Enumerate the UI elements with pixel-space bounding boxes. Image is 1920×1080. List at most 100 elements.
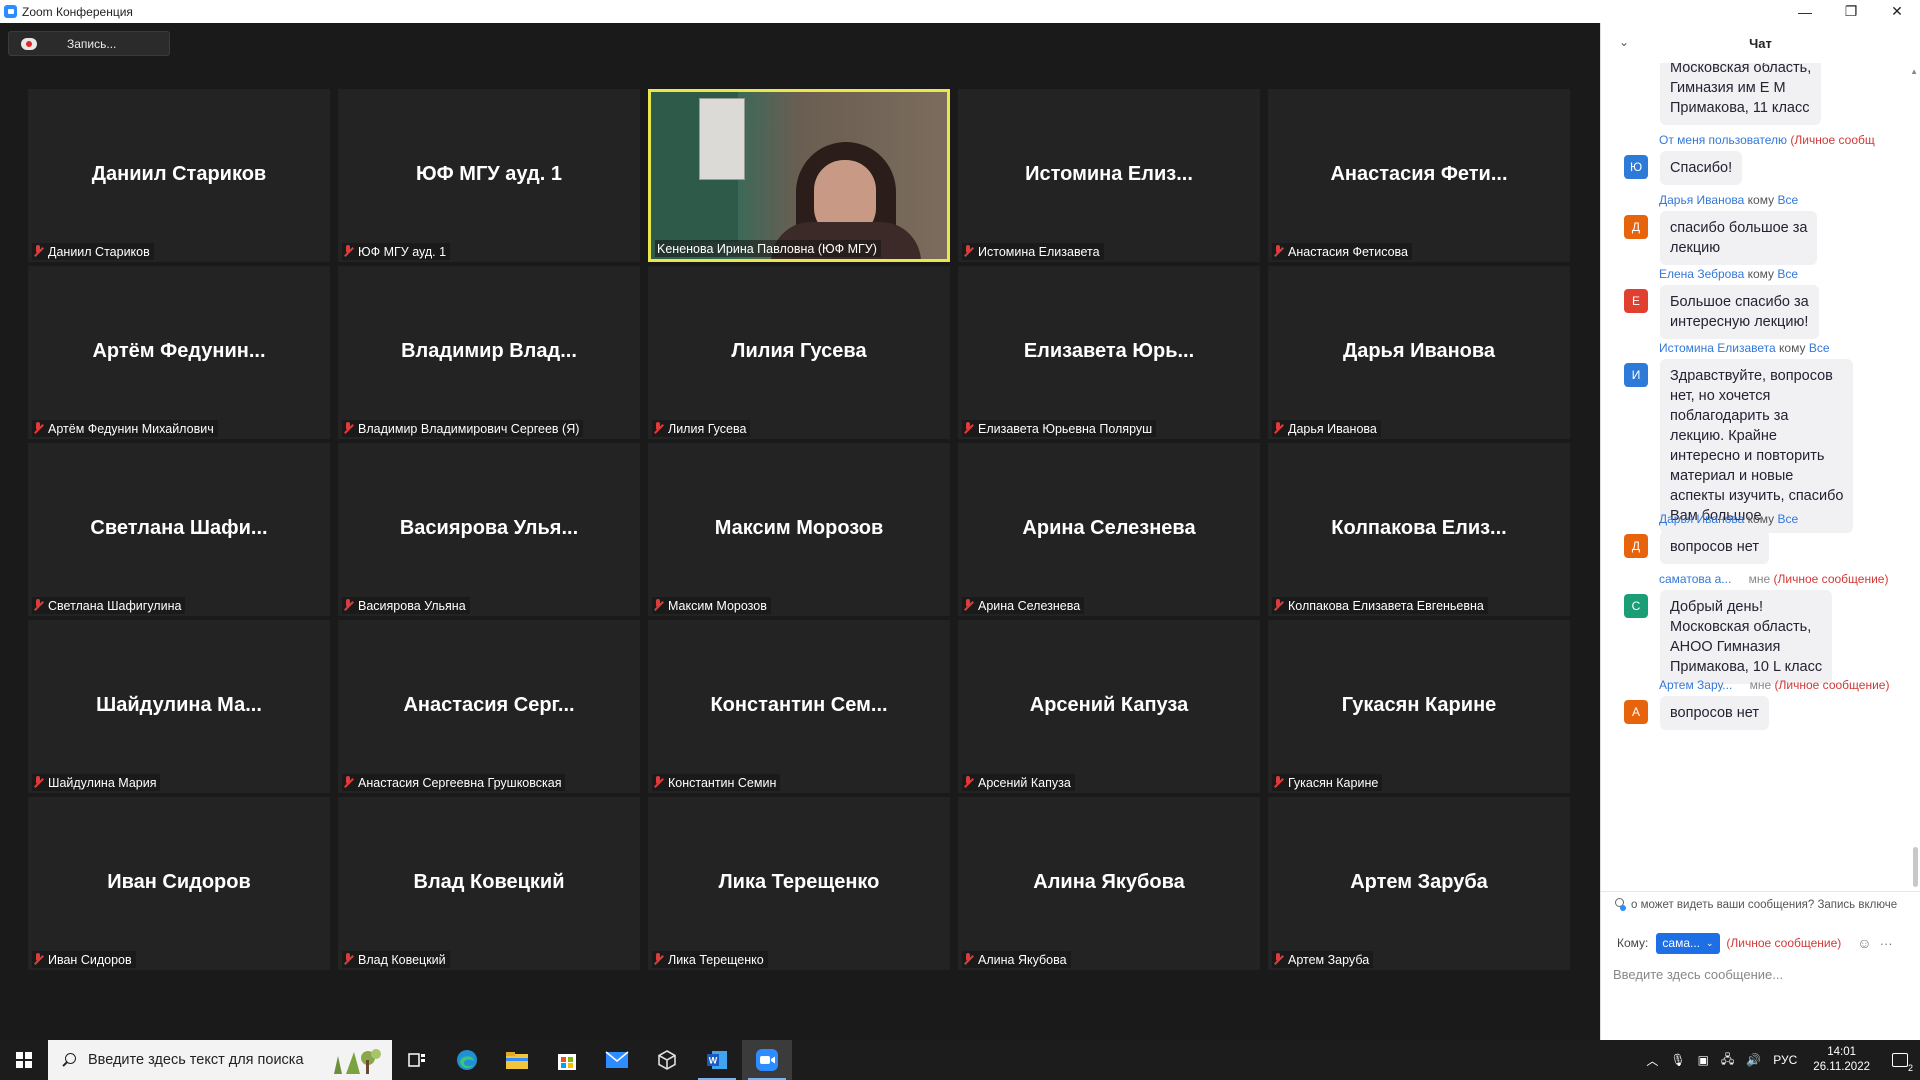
word-button[interactable]: W [692, 1040, 742, 1080]
chat-text-line: Спасибо! [1670, 160, 1733, 176]
chat-bubble: Здравствуйте, вопросов нет, но хочется поб… [1660, 359, 1854, 533]
close-button[interactable]: ✕ [1874, 0, 1920, 23]
chat-sender-name[interactable]: Истомина Елизавета [1659, 341, 1776, 355]
recipient-keyword: кому [1747, 512, 1775, 526]
participant-tile[interactable]: Иван Сидоров Иван Сидоров [28, 797, 330, 970]
chat-text-line: аспекты изучить, спасибо [1670, 488, 1844, 504]
participant-tile[interactable]: Алина Якубова Алина Якубова [958, 797, 1260, 970]
chevron-down-icon[interactable]: ⌄ [1619, 35, 1629, 49]
participant-tile[interactable]: Лилия Гусева Лилия Гусева [648, 266, 950, 439]
participant-tile[interactable]: Дарья Иванова Дарья Иванова [1268, 266, 1570, 439]
participant-display-name: Артём Федунин... [92, 340, 266, 362]
chat-message-input[interactable] [1613, 961, 1909, 987]
start-button[interactable] [0, 1040, 48, 1080]
participant-name-label: Елизавета Юрьевна Поляруш [978, 421, 1153, 436]
mail-button[interactable] [592, 1040, 642, 1080]
participant-display-name: Артем Заруба [1350, 871, 1488, 893]
participant-tile[interactable]: Арсений Капуза Арсений Капуза [958, 620, 1260, 793]
recipient-dropdown[interactable]: сама... ⌄ [1656, 932, 1721, 954]
chat-bubble: Спасибо! [1660, 151, 1743, 185]
notification-icon [1892, 1053, 1908, 1067]
participant-tile[interactable]: Истомина Елиз... Истомина Елизавета [958, 89, 1260, 262]
camera-icon[interactable]: ▣ [1698, 1053, 1709, 1067]
scroll-up-arrow-icon[interactable]: ▲ [1910, 67, 1918, 76]
muted-microphone-icon [342, 422, 354, 435]
participant-name-tag: Арина Селезнева [962, 597, 1085, 614]
settings-app-button[interactable] [642, 1040, 692, 1080]
chat-text-line: Примакова, 10 L класс [1670, 659, 1823, 675]
chat-bubble: Большое спасибо за интересную лекцию! [1660, 285, 1819, 339]
recording-label: Запись... [67, 36, 117, 51]
emoji-icon[interactable]: ☺ [1857, 935, 1871, 951]
recipient-value: сама... [1662, 936, 1700, 950]
word-icon: W [707, 1051, 727, 1069]
task-view-button[interactable] [392, 1040, 442, 1080]
language-indicator[interactable]: РУС [1773, 1053, 1797, 1067]
participant-tile[interactable]: Константин Сем... Константин Семин [648, 620, 950, 793]
participant-tile[interactable]: Даниил Стариков Даниил Стариков [28, 89, 330, 262]
participant-tile[interactable]: Светлана Шафи... Светлана Шафигулина [28, 443, 330, 616]
notification-center-button[interactable]: 2 [1880, 1040, 1920, 1080]
participant-tile[interactable]: Максим Морозов Максим Морозов [648, 443, 950, 616]
network-icon[interactable]: 🖧 [1721, 1050, 1734, 1071]
participant-name-tag: Артём Федунин Михайлович [32, 420, 218, 437]
participant-tile[interactable]: ЮФ МГУ ауд. 1 ЮФ МГУ ауд. 1 [338, 89, 640, 262]
participant-tile[interactable]: Шайдулина Ма... Шайдулина Мария [28, 620, 330, 793]
participant-tile[interactable]: Лика Терещенко Лика Терещенко [648, 797, 950, 970]
active-speaker-tile[interactable]: Keненова Ирина Павловна (ЮФ МГУ) [648, 89, 950, 262]
windows-taskbar: Введите здесь текст для поиска W ︿ 🎙 ▣ 🖧 [0, 1040, 1920, 1080]
muted-microphone-icon [652, 776, 664, 789]
muted-microphone-icon [32, 245, 44, 258]
chat-scrollbar[interactable]: ▲ [1910, 67, 1918, 907]
participant-tile[interactable]: Анастасия Фети... Анастасия Фетисова [1268, 89, 1570, 262]
store-button[interactable] [542, 1040, 592, 1080]
notification-count: 2 [1907, 1063, 1913, 1073]
clock[interactable]: 14:01 26.11.2022 [1813, 1045, 1870, 1075]
file-explorer-button[interactable] [492, 1040, 542, 1080]
participant-tile[interactable]: Колпакова Елиз... Колпакова Елизавета Евг… [1268, 443, 1570, 616]
zoom-taskbar-button[interactable] [742, 1040, 792, 1080]
chat-messages[interactable]: Московская область, Гимназия им Е М Примак… [1601, 63, 1920, 903]
participant-name-label: Дарья Иванова [1288, 421, 1377, 436]
restore-button[interactable]: ❐ [1828, 0, 1874, 23]
avatar: А [1624, 700, 1648, 724]
participant-name-tag: Шайдулина Мария [32, 774, 161, 791]
participant-name-tag: Колпакова Елизавета Евгеньевна [1272, 597, 1488, 614]
participant-tile[interactable]: Владимир Влад... Владимир Владимирович Се… [338, 266, 640, 439]
participant-tile[interactable]: Васиярова Улья... Васиярова Ульяна [338, 443, 640, 616]
chat-sender-name[interactable]: Дарья Иванова [1659, 512, 1744, 526]
minimize-button[interactable]: — [1782, 0, 1828, 23]
zoom-icon [756, 1049, 778, 1071]
chat-bubble: Московская область, Гимназия им Е М Примак… [1660, 63, 1822, 125]
chat-visibility-note[interactable]: о может видеть ваши сообщения? Запись вк… [1601, 891, 1920, 917]
participant-name-label: Шайдулина Мария [48, 775, 157, 790]
participant-tile[interactable]: Елизавета Юрь... Елизавета Юрьевна Поляру… [958, 266, 1260, 439]
participant-tile[interactable]: Анастасия Серг... Анастасия Сергеевна Гру… [338, 620, 640, 793]
participant-name-tag: Истомина Елизавета [962, 243, 1104, 260]
participant-display-name: Влад Ковецкий [413, 871, 565, 893]
volume-icon[interactable]: 🔊 [1746, 1053, 1761, 1067]
edge-browser-button[interactable] [442, 1040, 492, 1080]
participant-tile[interactable]: Гукасян Карине Гукасян Карине [1268, 620, 1570, 793]
taskbar-search[interactable]: Введите здесь текст для поиска [48, 1040, 392, 1080]
chat-sender-name[interactable]: Елена Зеброва [1659, 267, 1744, 281]
participant-display-name: Анастасия Фети... [1330, 163, 1508, 185]
task-view-icon [408, 1053, 425, 1067]
chat-sender-name[interactable]: Артем Зару... [1659, 678, 1732, 692]
participant-display-name: Дарья Иванова [1342, 340, 1496, 362]
zoom-app-icon [4, 5, 17, 18]
participant-tile[interactable]: Влад Ковецкий Влад Ковецкий [338, 797, 640, 970]
chat-sender-name[interactable]: саматова а... [1659, 572, 1731, 586]
chat-sender-name[interactable]: От меня пользователю [1659, 133, 1787, 147]
recording-indicator[interactable]: Запись... [8, 31, 170, 56]
more-options-icon[interactable]: ··· [1880, 936, 1893, 951]
muted-microphone-icon [342, 776, 354, 789]
participant-tile[interactable]: Артем Заруба Артем Заруба [1268, 797, 1570, 970]
chevron-up-icon[interactable]: ︿ [1646, 1052, 1658, 1069]
participant-tile[interactable]: Артём Федунин... Артём Федунин Михайлович [28, 266, 330, 439]
participant-display-name: Алина Якубова [1033, 871, 1185, 893]
chat-sender-name[interactable]: Дарья Иванова [1659, 193, 1744, 207]
microphone-icon[interactable]: 🎙 [1670, 1053, 1685, 1067]
scrollbar-thumb[interactable] [1913, 847, 1918, 887]
participant-tile[interactable]: Арина Селезнева Арина Селезнева [958, 443, 1260, 616]
